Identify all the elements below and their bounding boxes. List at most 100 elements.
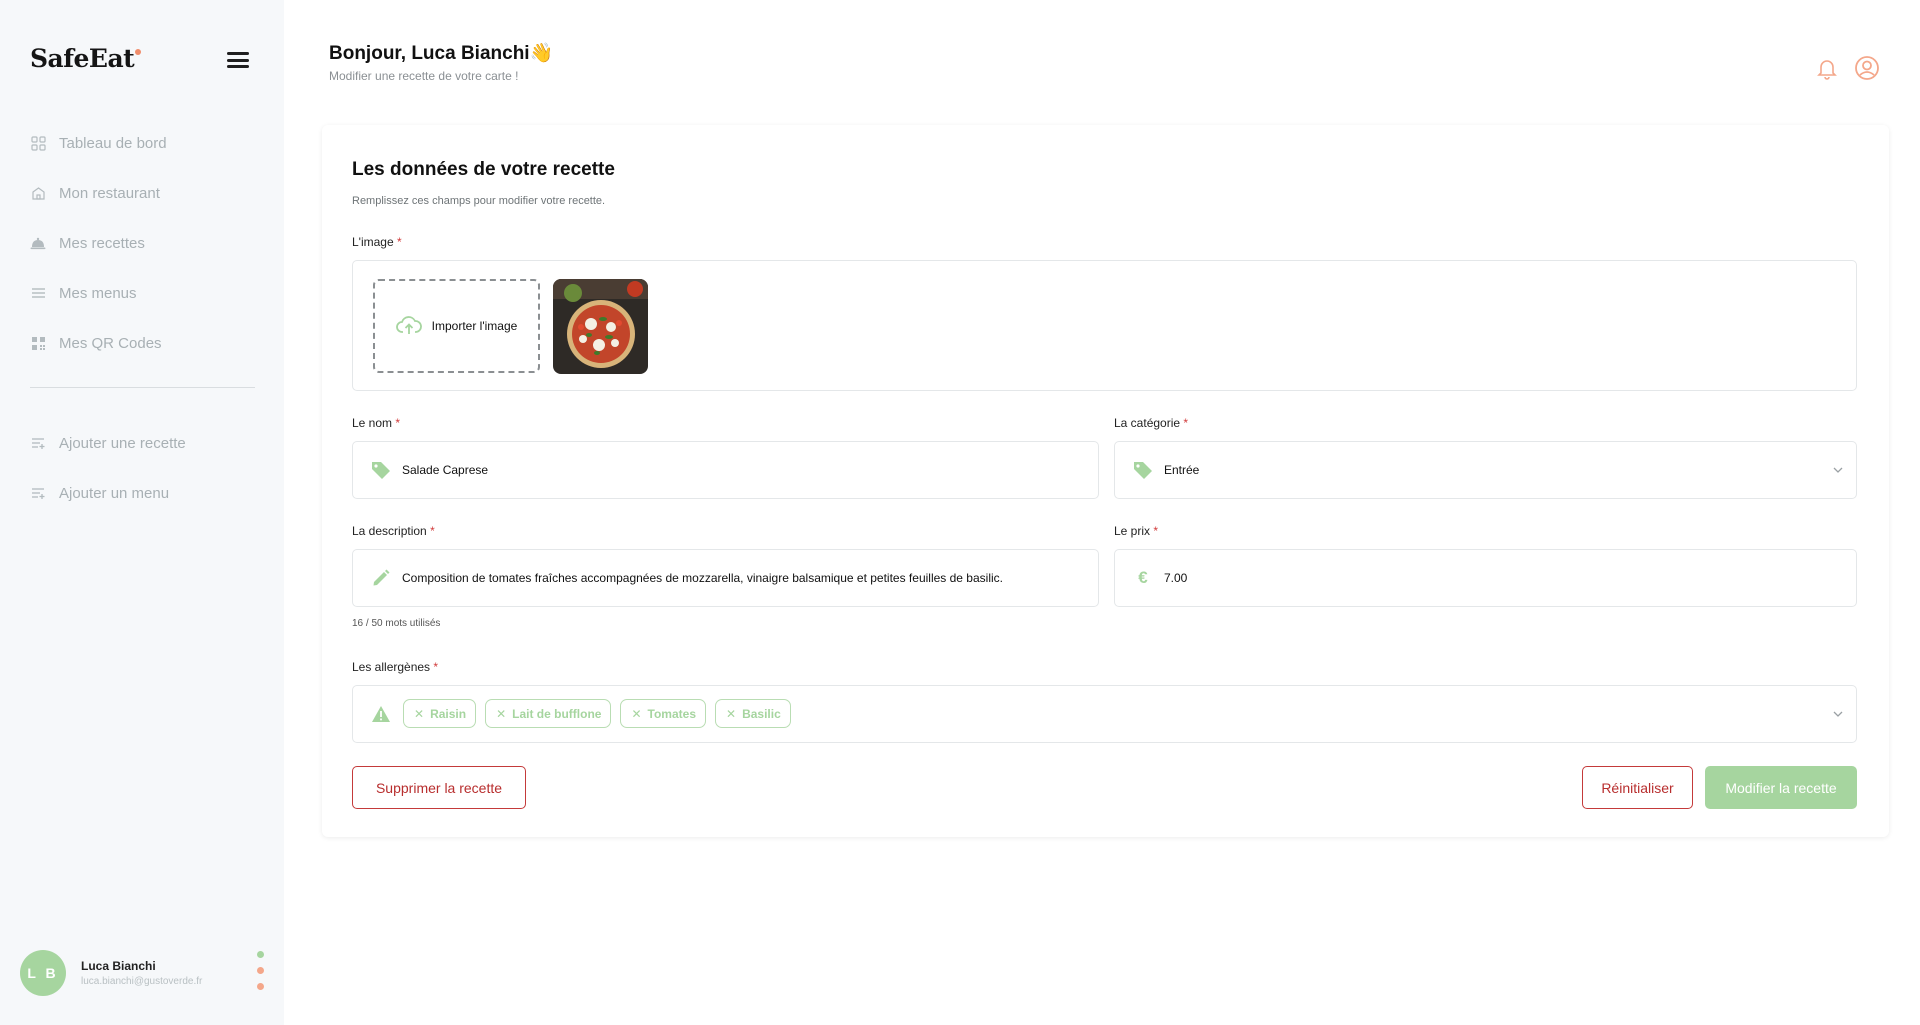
status-dots <box>257 951 264 999</box>
tag-icon <box>371 460 391 480</box>
required-mark: * <box>1183 416 1189 430</box>
user-profile[interactable]: L B Luca Bianchi luca.bianchi@gustoverde… <box>20 950 202 996</box>
warning-icon <box>371 705 391 728</box>
sidebar-item-label: Tableau de bord <box>59 134 167 152</box>
sidebar-item-restaurant[interactable]: Mon restaurant <box>30 168 255 218</box>
status-dot-orange <box>257 983 264 990</box>
logo-text: SafeEat <box>30 44 135 73</box>
sidebar-item-dashboard[interactable]: Tableau de bord <box>30 118 255 168</box>
price-field[interactable]: € 7.00 <box>1114 549 1857 607</box>
user-name: Luca Bianchi <box>81 959 156 973</box>
sidebar-item-label: Mes menus <box>59 284 137 302</box>
allergen-tag[interactable]: ✕ Raisin <box>403 699 477 728</box>
word-count: 16 / 50 mots utilisés <box>352 618 441 629</box>
store-icon <box>30 185 46 201</box>
allergen-tag[interactable]: ✕ Tomates <box>620 699 706 728</box>
allergen-tag[interactable]: ✕ Lait de bufflone <box>485 699 612 728</box>
recipe-form-card: Les données de votre recette Remplissez … <box>322 125 1889 837</box>
allergen-tag-label: Lait de bufflone <box>512 706 602 721</box>
price-value: 7.00 <box>1164 571 1188 585</box>
header-actions <box>1814 55 1880 81</box>
logo[interactable]: SafeEat <box>30 44 142 73</box>
allergens-select[interactable]: ✕ Raisin ✕ Lait de bufflone ✕ Tomates ✕ Basi… <box>352 685 1857 743</box>
pencil-icon <box>371 568 391 588</box>
chevron-down-icon <box>1833 711 1843 717</box>
remove-tag-icon[interactable]: ✕ <box>414 707 424 721</box>
allergens-label-text: Les allergènes <box>352 660 431 674</box>
bell-icon[interactable] <box>1814 55 1840 81</box>
recipe-thumbnail[interactable] <box>553 279 648 374</box>
form-title: Les données de votre recette <box>352 159 615 180</box>
sidebar-item-label: Ajouter un menu <box>59 484 170 502</box>
user-email: luca.bianchi@gustoverde.fr <box>81 976 203 987</box>
name-field[interactable]: Salade Caprese <box>352 441 1099 499</box>
sidebar-item-label: Mon restaurant <box>59 184 160 202</box>
submit-recipe-button[interactable]: Modifier la recette <box>1705 766 1857 809</box>
menu-toggle-icon[interactable] <box>227 52 249 68</box>
sidebar-item-qr-codes[interactable]: Mes QR Codes <box>30 318 255 368</box>
description-value: Composition de tomates fraîches accompag… <box>402 571 1003 585</box>
allergen-tag-label: Basilic <box>742 706 781 721</box>
sidebar-item-label: Mes QR Codes <box>59 334 162 352</box>
name-label: Le nom * <box>352 416 400 430</box>
required-mark: * <box>1153 524 1159 538</box>
delete-recipe-button[interactable]: Supprimer la recette <box>352 766 526 809</box>
image-label-text: L'image <box>352 235 394 249</box>
greeting-text: Bonjour, Luca Bianchi <box>329 43 530 64</box>
allergen-tags: ✕ Raisin ✕ Lait de bufflone ✕ Tomates ✕ Basi… <box>403 699 791 728</box>
image-label: L'image * <box>352 235 402 249</box>
reset-button[interactable]: Réinitialiser <box>1582 766 1693 809</box>
category-select[interactable]: Entrée <box>1114 441 1857 499</box>
user-circle-icon[interactable] <box>1854 55 1880 81</box>
cloud-upload-icon <box>395 316 422 334</box>
logo-dot <box>135 49 142 55</box>
sidebar-divider <box>30 387 255 388</box>
sidebar-item-label: Ajouter une recette <box>59 434 186 452</box>
category-label: La catégorie * <box>1114 416 1188 430</box>
sidebar: SafeEat Tableau de bord Mon restaurant M… <box>0 0 284 1025</box>
avatar: L B <box>20 950 66 996</box>
name-label-text: Le nom <box>352 416 393 430</box>
name-value: Salade Caprese <box>402 463 489 477</box>
qr-code-icon <box>30 335 46 351</box>
add-list-icon <box>30 435 46 451</box>
image-field: Importer l'image <box>352 260 1857 391</box>
required-mark: * <box>430 524 435 538</box>
description-label-text: La description <box>352 524 427 538</box>
sidebar-item-label: Mes recettes <box>59 234 145 252</box>
sidebar-item-recipes[interactable]: Mes recettes <box>30 218 255 268</box>
remove-tag-icon[interactable]: ✕ <box>631 707 641 721</box>
required-mark: * <box>433 660 439 674</box>
tag-icon <box>1133 460 1153 480</box>
pizza-image <box>553 279 648 374</box>
allergen-tag-label: Raisin <box>430 706 467 721</box>
category-label-text: La catégorie <box>1114 416 1181 430</box>
sidebar-item-add-menu[interactable]: Ajouter un menu <box>30 468 255 518</box>
price-label: Le prix * <box>1114 524 1158 538</box>
required-mark: * <box>397 235 402 249</box>
remove-tag-icon[interactable]: ✕ <box>726 707 736 721</box>
list-icon <box>30 285 46 301</box>
category-value: Entrée <box>1164 463 1200 477</box>
allergen-tag-label: Tomates <box>647 706 696 721</box>
chevron-down-icon <box>1833 467 1843 473</box>
upload-label: Importer l'image <box>431 319 518 333</box>
wave-icon: 👋 <box>529 43 554 64</box>
description-field[interactable]: Composition de tomates fraîches accompag… <box>352 549 1099 607</box>
allergen-tag[interactable]: ✕ Basilic <box>715 699 791 728</box>
euro-icon: € <box>1138 568 1148 587</box>
grid-icon <box>30 135 46 151</box>
page-title: Bonjour, Luca Bianchi👋 <box>329 41 553 65</box>
user-info: Luca Bianchi luca.bianchi@gustoverde.fr <box>81 959 202 987</box>
upload-image-button[interactable]: Importer l'image <box>373 279 540 373</box>
status-dot-green <box>257 951 264 958</box>
required-mark: * <box>395 416 401 430</box>
page-subtitle: Modifier une recette de votre carte ! <box>329 69 519 83</box>
sidebar-item-add-recipe[interactable]: Ajouter une recette <box>30 418 255 468</box>
remove-tag-icon[interactable]: ✕ <box>496 707 506 721</box>
sidebar-item-menus[interactable]: Mes menus <box>30 268 255 318</box>
price-label-text: Le prix <box>1114 524 1151 538</box>
status-dot-orange <box>257 967 264 974</box>
add-list-icon <box>30 485 46 501</box>
sidebar-nav: Tableau de bord Mon restaurant Mes recet… <box>30 118 255 518</box>
